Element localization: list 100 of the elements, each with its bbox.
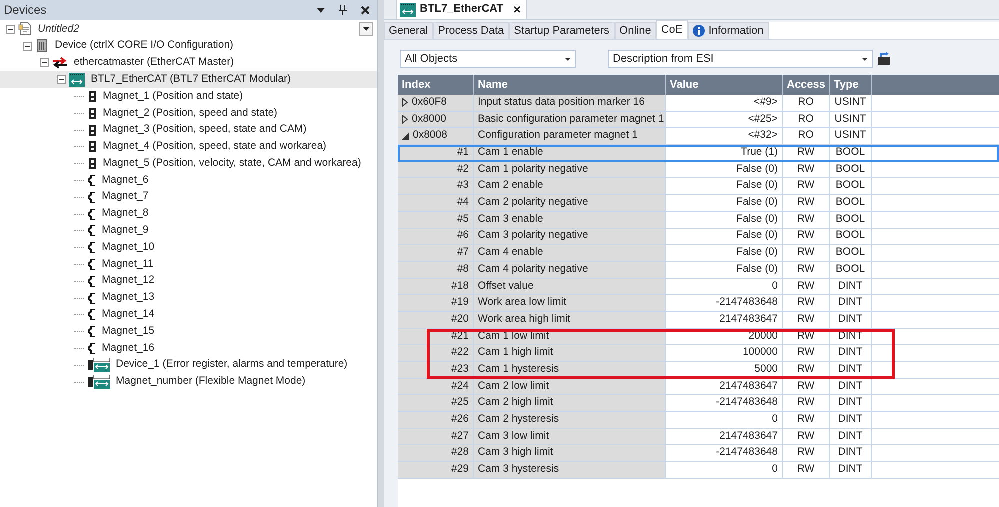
tree-row[interactable]: Magnet_1 (Position and state)	[0, 88, 377, 105]
project-icon	[18, 22, 32, 36]
table-cell-text: RW	[797, 345, 815, 360]
export-icon[interactable]	[877, 52, 891, 66]
table-cell-text: Cam 3 enable	[478, 212, 544, 227]
table-cell-text: #19	[451, 295, 469, 310]
table-cell-text: False (0)	[736, 245, 778, 260]
table-cell-text: #26	[451, 412, 469, 428]
magnet-icon	[88, 259, 96, 270]
table-cell-text: 0	[772, 462, 778, 478]
table-cell-text: #23	[451, 362, 469, 377]
tree-row[interactable]: Magnet_3 (Position, speed, state and CAM)	[0, 122, 377, 139]
collapse-arrow-icon[interactable]	[402, 132, 409, 140]
table-cell-text: DINT	[838, 428, 863, 444]
tree-row[interactable]: Magnet_12	[0, 272, 377, 290]
tree-row[interactable]: Magnet_14	[0, 306, 377, 324]
table-row[interactable]: #4 Cam 2 polarity negative False (0) RW BOOL	[398, 195, 999, 212]
dropdown-icon[interactable]	[317, 8, 325, 12]
collapse-icon[interactable]	[40, 58, 49, 68]
tab[interactable]: Startup Parameters	[509, 22, 615, 39]
tree-row[interactable]: Magnet_15	[0, 323, 377, 340]
table-cell-text: RW	[797, 228, 815, 244]
collapse-icon[interactable]	[23, 42, 32, 51]
panel-title: Devices	[4, 2, 47, 19]
table-row[interactable]: #6 Cam 3 polarity negative False (0) RW BOOL	[398, 228, 999, 246]
table-row[interactable]: #29 Cam 3 hysteresis 0 RW DINT	[398, 462, 999, 479]
table-cell-text: #20	[451, 312, 469, 327]
magnet-icon	[88, 292, 96, 304]
filter-dropdown[interactable]: All Objects	[400, 50, 576, 68]
close-button[interactable]: ×	[512, 0, 524, 20]
table-cell-text: 0x60F8	[412, 94, 448, 110]
tree-row[interactable]: BTL7_EtherCAT (BTL7 EtherCAT Modular)	[0, 71, 377, 88]
table-cell-text: RO	[798, 128, 814, 144]
tab[interactable]: General	[384, 22, 434, 39]
tree-row[interactable]: Magnet_4 (Position, speed, state and workarea)	[0, 138, 377, 156]
document-tab[interactable]: BTL7_EtherCAT ×	[396, 0, 528, 19]
table-cell-text: Cam 4 enable	[478, 245, 544, 260]
table-cell-text: False (0)	[736, 262, 778, 277]
table-cell-text: #25	[451, 395, 469, 410]
table-row[interactable]: #27 Cam 3 low limit 2147483647 RW DINT	[398, 428, 999, 446]
table-cell-text: RW	[797, 145, 815, 160]
table-cell-text: DINT	[838, 295, 863, 310]
table-row[interactable]: #8 Cam 4 polarity negative False (0) RW BOOL	[398, 262, 999, 279]
table-row[interactable]: #19 Work area low limit -2147483648 RW DINT	[398, 295, 999, 312]
tab[interactable]: Online	[614, 22, 656, 39]
collapse-icon[interactable]	[6, 24, 15, 34]
table-row[interactable]: 0x8008 Configuration parameter magnet 1 <#32> RO USINT	[398, 128, 999, 146]
tree-row[interactable]: Magnet_number (Flexible Magnet Mode)	[0, 374, 377, 391]
table-cell-text: 2147483647	[720, 312, 778, 327]
table-row[interactable]: #2 Cam 1 polarity negative False (0) RW BOOL	[398, 162, 999, 178]
table-row[interactable]: #24 Cam 2 low limit 2147483647 RW DINT	[398, 378, 999, 396]
table-cell-text: Cam 1 polarity negative	[478, 162, 588, 177]
tree-row[interactable]: Magnet_7	[0, 188, 377, 206]
tree-dropdown-button[interactable]	[359, 22, 373, 36]
table-row[interactable]: #18 Offset value 0 RW DINT	[398, 278, 999, 296]
magnet-configured-icon	[88, 158, 97, 170]
table-row[interactable]: #7 Cam 4 enable False (0) RW BOOL	[398, 245, 999, 262]
table-cell-text: False (0)	[736, 178, 778, 194]
module-icon	[400, 2, 416, 16]
table-cell-text: DINT	[838, 312, 863, 327]
table-cell-text: Cam 2 hysteresis	[478, 412, 560, 428]
tab[interactable]: CoE	[656, 20, 688, 39]
table-row[interactable]: #26 Cam 2 hysteresis 0 RW DINT	[398, 412, 999, 429]
magnet-configured-icon	[88, 91, 97, 102]
table-row[interactable]: #25 Cam 2 high limit -2147483648 RW DINT	[398, 395, 999, 412]
master-icon	[52, 56, 68, 69]
tab[interactable]: Process Data	[433, 22, 510, 39]
table-cell-text: False (0)	[736, 228, 778, 244]
table-cell-text: -2147483648	[716, 395, 778, 410]
pin-icon[interactable]	[339, 5, 347, 15]
table-cell-text: RW	[797, 195, 815, 210]
table-cell-text: RW	[797, 445, 815, 460]
close-icon[interactable]	[361, 6, 370, 14]
tree-item[interactable]: Device (ctrlX CORE I/O Configuration)	[53, 38, 236, 54]
table-row[interactable]: #5 Cam 3 enable False (0) RW BOOL	[398, 212, 999, 228]
table-cell-text: RW	[797, 278, 815, 294]
table-cell-text: <#25>	[748, 112, 778, 127]
tree-row[interactable]: Magnet_5 (Position, velocity, state, CAM and workarea)	[0, 155, 377, 172]
magnet-icon	[88, 309, 96, 320]
tree-row[interactable]: Magnet_8	[0, 206, 377, 223]
table-row[interactable]: 0x8000 Basic configuration parameter magnet 1 <#25> RO USINT	[398, 112, 999, 128]
tree-item[interactable]: Untitled2	[36, 22, 82, 38]
table-row[interactable]: #20 Work area high limit 2147483647 RW DINT	[398, 312, 999, 329]
table-row[interactable]: #3 Cam 2 enable False (0) RW BOOL	[398, 178, 999, 196]
collapse-icon[interactable]	[57, 75, 66, 84]
tab[interactable]: Information	[688, 22, 769, 39]
tree-row[interactable]: Magnet_16	[0, 340, 377, 357]
table-row[interactable]: 0x60F8 Input status data position marker 16 <#9> RO USINT	[398, 95, 999, 112]
tree-row[interactable]: Magnet_2 (Position, speed and state)	[0, 104, 377, 122]
tree-row[interactable]: Magnet_9	[0, 222, 377, 240]
tree-row[interactable]: Device_1 (Error register, alarms and temperature)	[0, 356, 377, 374]
table-cell-text: RW	[797, 328, 815, 344]
tree-item[interactable]: ethercatmaster (EtherCAT Master)	[72, 55, 236, 71]
tree-row[interactable]: Magnet_13	[0, 290, 377, 307]
tree-row[interactable]: Magnet_11	[0, 256, 377, 273]
table-row[interactable]: #1 Cam 1 enable True (1) RW BOOL	[398, 145, 999, 162]
tree-row[interactable]: Magnet_6	[0, 172, 377, 189]
tree-row[interactable]: Magnet_10	[0, 239, 377, 256]
description-dropdown[interactable]: Description from ESI	[608, 50, 873, 68]
table-row[interactable]: #28 Cam 3 high limit -2147483648 RW DINT	[398, 445, 999, 462]
